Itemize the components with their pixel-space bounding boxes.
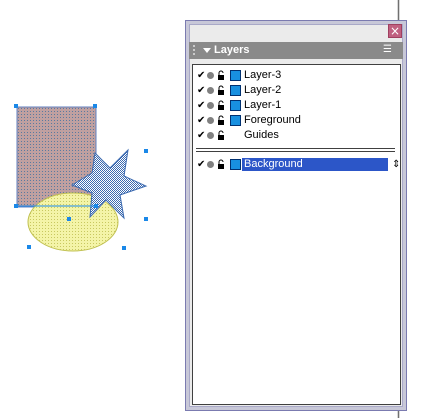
lock-icon[interactable]	[217, 85, 225, 96]
check-icon[interactable]: ✔	[197, 158, 205, 171]
close-icon[interactable]: ×	[388, 24, 402, 38]
layer-color-icon	[230, 85, 241, 96]
drag-grip-icon[interactable]	[192, 44, 196, 57]
layer-color-icon	[230, 100, 241, 111]
layer-row-layer-3[interactable]: ✔ Layer-3	[193, 68, 398, 83]
handle[interactable]	[27, 245, 31, 249]
handle[interactable]	[14, 104, 18, 108]
handle[interactable]	[144, 217, 148, 221]
handle[interactable]	[122, 246, 126, 250]
check-icon[interactable]: ✔	[197, 84, 205, 97]
handle[interactable]	[93, 104, 97, 108]
collapse-arrow-icon[interactable]	[203, 48, 211, 53]
layer-name: Foreground	[244, 114, 301, 126]
eye-icon[interactable]	[207, 132, 214, 139]
check-icon[interactable]: ✔	[197, 114, 205, 127]
lock-icon[interactable]	[217, 70, 225, 81]
panel-title: Layers	[214, 44, 250, 56]
lock-icon[interactable]	[217, 100, 225, 111]
layer-name: Background	[244, 158, 303, 170]
layer-row-guides[interactable]: ✔ Guides	[193, 128, 398, 143]
check-icon[interactable]: ✔	[197, 129, 205, 142]
layer-color-icon	[230, 70, 241, 81]
layers-list[interactable]: ✔ Layer-3 ✔ Layer-2 ✔ Layer-1 ✔ Foregrou…	[192, 64, 401, 405]
layer-name: Guides	[244, 129, 279, 141]
layers-panel: × Layers ☰ ✔ Layer-3 ✔ Layer-2 ✔ Layer-1	[185, 20, 407, 411]
lock-icon[interactable]	[217, 115, 225, 126]
layer-name: Layer-2	[244, 84, 282, 96]
layer-row-background[interactable]: ✔ Background ⇕	[193, 157, 400, 172]
panel-menu-icon[interactable]: ☰	[383, 44, 397, 56]
layer-row-layer-2[interactable]: ✔ Layer-2	[193, 83, 398, 98]
eye-icon[interactable]	[207, 87, 214, 94]
handle[interactable]	[14, 204, 18, 208]
lock-icon[interactable]	[217, 159, 225, 170]
check-icon[interactable]: ✔	[197, 69, 205, 82]
eye-icon[interactable]	[207, 102, 214, 109]
layer-row-foreground[interactable]: ✔ Foreground	[193, 113, 398, 128]
rectangle-shape[interactable]	[16, 106, 97, 208]
eye-icon[interactable]	[207, 161, 214, 168]
layer-divider	[196, 148, 395, 152]
layer-row-layer-1[interactable]: ✔ Layer-1	[193, 98, 398, 113]
handle[interactable]	[144, 149, 148, 153]
layer-color-icon	[230, 115, 241, 126]
pin-icon[interactable]: ⇕	[392, 158, 400, 171]
layer-name: Layer-1	[244, 99, 282, 111]
layer-name: Layer-3	[244, 69, 282, 81]
layer-color-icon	[230, 159, 241, 170]
handle[interactable]	[94, 204, 98, 208]
panel-titlebar[interactable]: Layers ☰	[189, 42, 403, 59]
check-icon[interactable]: ✔	[197, 99, 205, 112]
lock-icon[interactable]	[217, 130, 225, 141]
drawing-canvas[interactable]	[0, 0, 180, 270]
eye-icon[interactable]	[207, 117, 214, 124]
handle[interactable]	[67, 217, 71, 221]
eye-icon[interactable]	[207, 72, 214, 79]
